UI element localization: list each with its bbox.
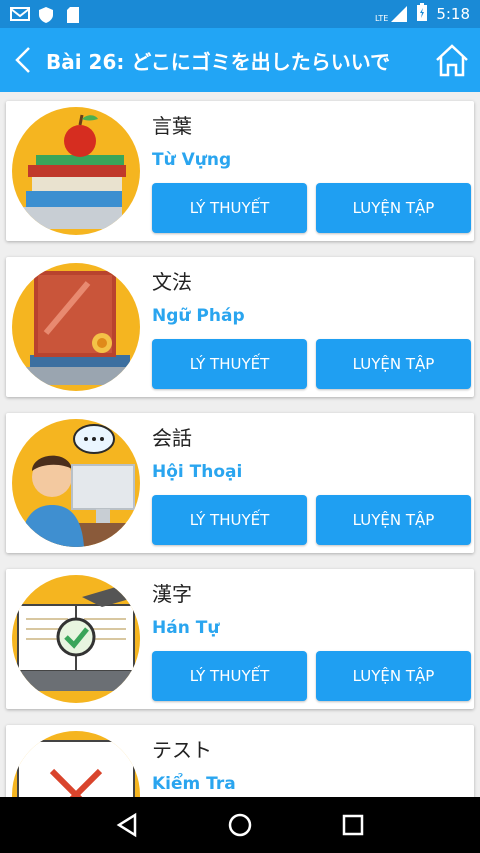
theory-button[interactable]: LÝ THUYẾT: [152, 339, 307, 389]
section-kanji: 言葉: [152, 114, 192, 138]
sd-card-icon: [66, 6, 84, 23]
home-circle-icon: [228, 813, 252, 837]
nav-back-button[interactable]: [107, 805, 147, 845]
section-name: Ngữ Pháp: [152, 306, 245, 326]
shield-icon: [38, 6, 56, 23]
home-icon: [436, 44, 468, 77]
books-apple-image: [12, 107, 140, 235]
practice-button[interactable]: LUYỆN TẬP: [316, 495, 471, 545]
status-bar: LTE 5:18: [0, 0, 480, 28]
theory-button[interactable]: LÝ THUYẾT: [152, 183, 307, 233]
signal-icon: LTE: [375, 5, 408, 23]
status-time: 5:18: [436, 5, 470, 23]
nav-recents-button[interactable]: [333, 805, 373, 845]
section-card-kanji: 漢字 Hán Tự LÝ THUYẾT LUYỆN TẬP: [6, 569, 474, 709]
gmail-icon: [10, 6, 30, 22]
section-name: Hán Tự: [152, 618, 220, 638]
test-paper-image: [12, 731, 140, 797]
section-card-test: テスト Kiểm Tra: [6, 725, 474, 797]
network-type-label: LTE: [375, 14, 389, 23]
nav-home-button[interactable]: [220, 805, 260, 845]
section-kanji: 文法: [152, 270, 192, 294]
page-title: Bài 26: どこにゴミを出したらいいで: [46, 49, 391, 74]
practice-button[interactable]: LUYỆN TẬP: [316, 651, 471, 701]
section-card-grammar: 文法 Ngữ Pháp LÝ THUYẾT LUYỆN TẬP: [6, 257, 474, 397]
theory-button[interactable]: LÝ THUYẾT: [152, 651, 307, 701]
grammar-book-image: [12, 263, 140, 391]
back-button[interactable]: [0, 28, 46, 92]
section-kanji: 会話: [152, 426, 192, 450]
practice-button[interactable]: LUYỆN TẬP: [316, 183, 471, 233]
conversation-person-image: [12, 419, 140, 547]
app-bar: Bài 26: どこにゴミを出したらいいで: [0, 28, 480, 92]
battery-icon: [416, 2, 428, 26]
section-kanji: 漢字: [152, 582, 192, 606]
section-name: Kiểm Tra: [152, 774, 236, 794]
back-triangle-icon: [116, 812, 136, 838]
section-card-conversation: 会話 Hội Thoại LÝ THUYẾT LUYỆN TẬP: [6, 413, 474, 553]
section-card-vocabulary: 言葉 Từ Vựng LÝ THUYẾT LUYỆN TẬP: [6, 101, 474, 241]
theory-button[interactable]: LÝ THUYẾT: [152, 495, 307, 545]
practice-button[interactable]: LUYỆN TẬP: [316, 339, 471, 389]
system-nav-bar: [0, 797, 480, 853]
section-name: Hội Thoại: [152, 462, 243, 482]
home-button[interactable]: [424, 28, 480, 92]
section-kanji: テスト: [152, 738, 212, 762]
recents-square-icon: [343, 814, 364, 836]
section-list[interactable]: 言葉 Từ Vựng LÝ THUYẾT LUYỆN TẬP 文法 Ngữ Ph…: [0, 92, 480, 797]
laptop-book-check-image: [12, 575, 140, 703]
section-name: Từ Vựng: [152, 150, 232, 170]
chevron-left-icon: [15, 47, 30, 73]
